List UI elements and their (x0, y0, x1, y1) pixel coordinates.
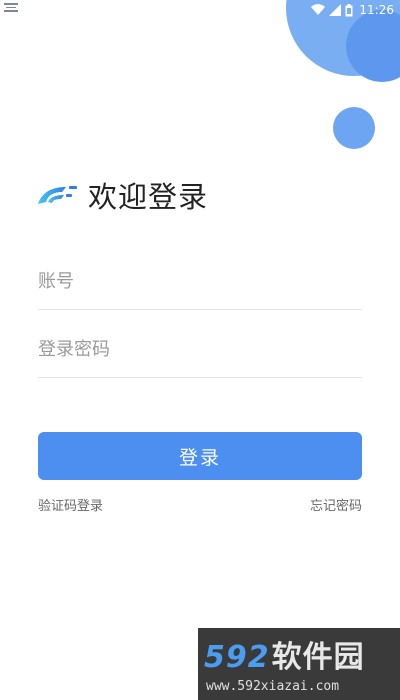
watermark-logo: 592软件园 (204, 632, 365, 676)
watermark-logo-text: 软件园 (271, 640, 365, 675)
password-field-container (38, 322, 362, 378)
decorative-circle-small (333, 107, 375, 149)
account-field-container (38, 254, 362, 310)
signal-icon (329, 4, 342, 16)
password-input[interactable] (38, 322, 362, 377)
watermark-logo-digits: 592 (204, 640, 270, 675)
forgot-password-link[interactable]: 忘记密码 (310, 495, 362, 514)
watermark-url: www.592xiazai.com (206, 679, 340, 694)
battery-icon (345, 3, 353, 16)
status-time: 11:26 (359, 3, 394, 17)
status-bar: 11:26 (0, 0, 400, 20)
login-button[interactable]: 登录 (38, 432, 362, 480)
page-title: 欢迎登录 (88, 180, 209, 214)
status-bar-right: 11:26 (311, 1, 394, 19)
brand-logo-icon (38, 186, 77, 204)
watermark: 592软件园 www.592xiazai.com (198, 628, 400, 700)
sms-login-link[interactable]: 验证码登录 (38, 495, 103, 514)
wifi-icon (311, 4, 326, 16)
welcome-header: 欢迎登录 (36, 174, 208, 216)
account-input[interactable] (38, 254, 362, 309)
notification-icon (4, 3, 18, 12)
login-screen: 11:26 欢迎登录 登录 验证码登录 忘记密码 592软件园 w (0, 0, 400, 700)
